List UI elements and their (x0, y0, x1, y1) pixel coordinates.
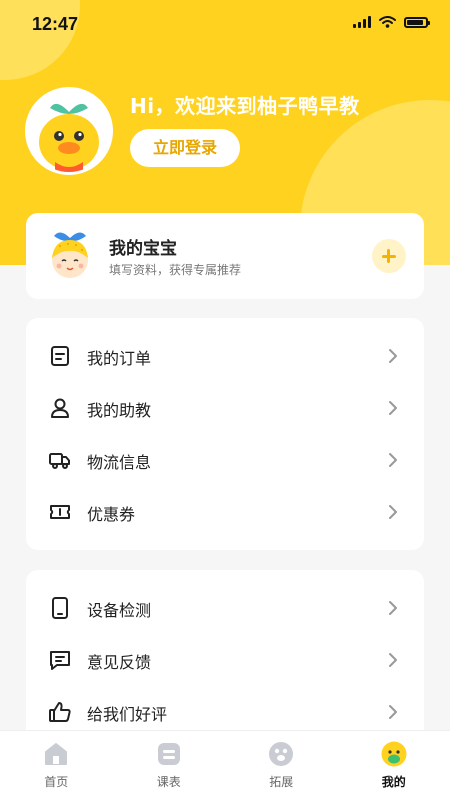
add-baby-button[interactable] (372, 239, 406, 273)
menu-item-device-check[interactable]: 设备检测 (26, 582, 424, 634)
tab-home[interactable]: 首页 (0, 731, 113, 800)
my-baby-card[interactable]: 我的宝宝 填写资料，获得专属推荐 (26, 213, 424, 299)
wifi-icon (379, 16, 396, 28)
feedback-icon (50, 651, 70, 670)
status-time: 12:47 (32, 14, 79, 34)
tab-explore[interactable]: 拓展 (225, 731, 338, 800)
tab-profile[interactable]: 我的 (338, 731, 450, 800)
status-bar: 12:47 (0, 0, 450, 48)
menu-item-label: 物流信息 (87, 453, 152, 472)
person-icon (51, 398, 69, 418)
menu-item-assistant[interactable]: 我的助教 (26, 382, 424, 434)
login-button[interactable]: 立即登录 (130, 129, 240, 167)
tab-label: 我的 (381, 775, 406, 789)
bottom-tab-bar: 首页 课表 拓展 我的 (0, 730, 450, 800)
baby-card-subtitle: 填写资料，获得专属推荐 (109, 263, 242, 277)
chevron-right-icon (389, 453, 397, 467)
schedule-icon (157, 743, 180, 765)
menu-item-label: 我的助教 (87, 401, 152, 420)
device-icon (52, 597, 68, 619)
home-icon (45, 743, 68, 765)
tab-schedule[interactable]: 课表 (113, 731, 226, 800)
explore-icon (269, 742, 294, 766)
chevron-right-icon (389, 505, 397, 519)
chevron-right-icon (389, 705, 397, 719)
menu-group-orders: 我的订单 我的助教 物流信息 优惠券 (26, 318, 424, 550)
menu-item-label: 意见反馈 (87, 653, 152, 672)
chevron-right-icon (389, 401, 397, 415)
welcome-greeting: Hi，欢迎来到柚子鸭早教 (130, 94, 360, 118)
baby-avatar-icon (52, 232, 88, 278)
chevron-right-icon (389, 601, 397, 615)
menu-item-logistics[interactable]: 物流信息 (26, 434, 424, 486)
menu-item-label: 优惠券 (87, 505, 136, 524)
duck-avatar-icon (28, 90, 110, 172)
user-avatar[interactable] (25, 87, 113, 175)
chevron-right-icon (389, 653, 397, 667)
menu-item-label: 设备检测 (87, 601, 152, 620)
tab-label: 课表 (156, 775, 181, 789)
tab-label: 拓展 (269, 775, 294, 789)
menu-item-orders[interactable]: 我的订单 (26, 330, 424, 382)
menu-item-feedback[interactable]: 意见反馈 (26, 634, 424, 686)
baby-card-title: 我的宝宝 (109, 239, 177, 259)
menu-item-label: 我的订单 (87, 349, 152, 368)
tab-label: 首页 (44, 775, 69, 789)
profile-duck-icon (381, 741, 407, 767)
coupon-icon (50, 505, 70, 519)
order-icon (51, 346, 69, 366)
signal-icon (353, 16, 371, 28)
menu-item-label: 给我们好评 (87, 705, 168, 724)
thumbs-up-icon (49, 702, 71, 722)
chevron-right-icon (389, 349, 397, 363)
menu-item-coupons[interactable]: 优惠券 (26, 486, 424, 538)
truck-icon (49, 453, 70, 469)
battery-icon (404, 16, 430, 28)
